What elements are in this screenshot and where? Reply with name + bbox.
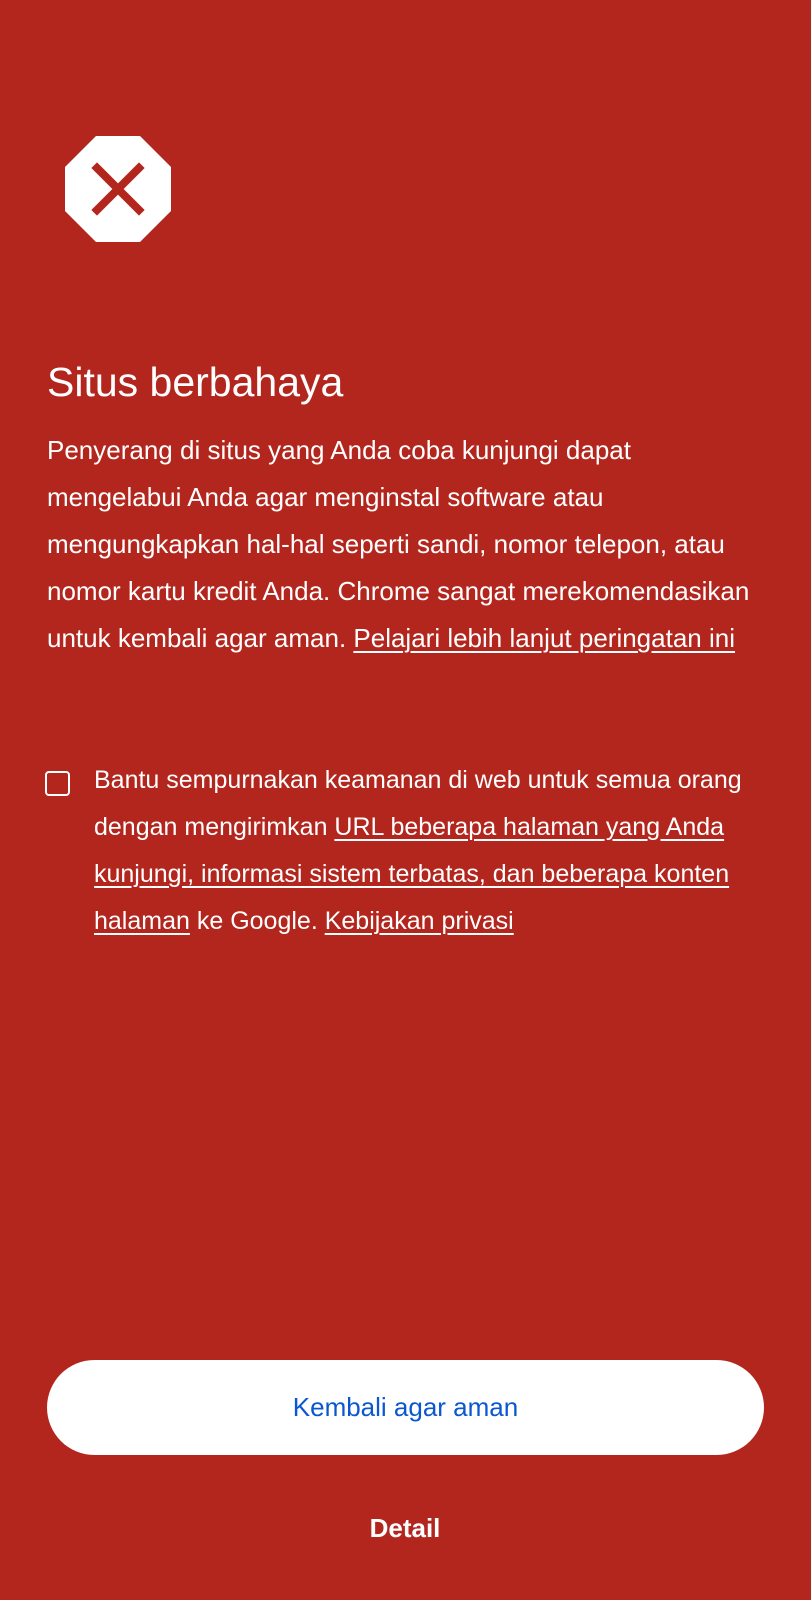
learn-more-link[interactable]: Pelajari lebih lanjut peringatan ini xyxy=(353,623,735,653)
details-button[interactable]: Detail xyxy=(305,1500,505,1556)
optin-text-after: ke Google. xyxy=(189,907,325,935)
privacy-policy-link[interactable]: Kebijakan privasi xyxy=(325,907,514,935)
optin-label: Bantu sempurnakan keamanan di web untuk … xyxy=(94,757,811,945)
back-to-safety-button[interactable]: Kembali agar aman xyxy=(47,1360,764,1455)
interstitial-page: Situs berbahaya Penyerang di situs yang … xyxy=(0,0,811,1600)
warning-description-text: Penyerang di situs yang Anda coba kunjun… xyxy=(47,435,750,653)
stop-octagon-x-icon xyxy=(65,136,171,242)
page-title: Situs berbahaya xyxy=(47,359,344,405)
warning-description: Penyerang di situs yang Anda coba kunjun… xyxy=(47,427,767,662)
optin-checkbox[interactable] xyxy=(45,771,70,796)
